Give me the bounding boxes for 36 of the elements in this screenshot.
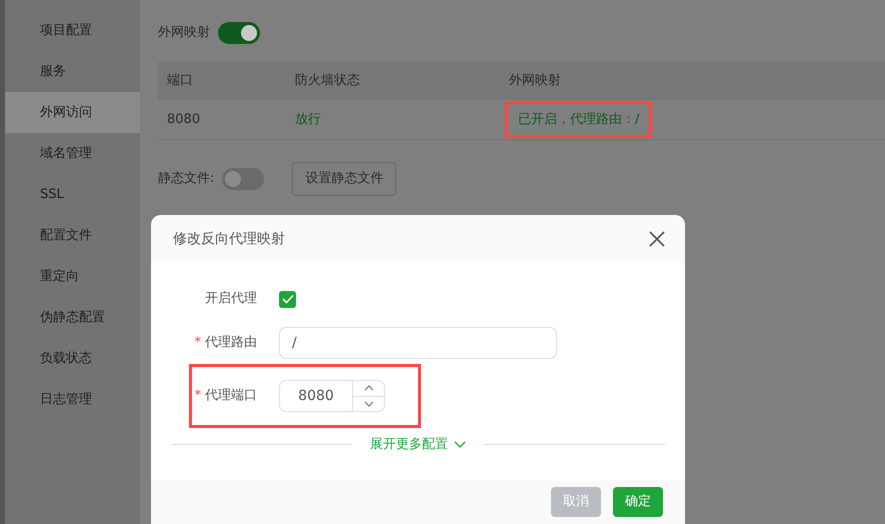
toggle-label: 静态文件: bbox=[158, 170, 214, 188]
dialog-title: 修改反向代理映射 bbox=[173, 230, 285, 248]
toggle-switch[interactable] bbox=[218, 22, 260, 44]
column-header: 外网映射 bbox=[508, 72, 562, 90]
sidebar-item[interactable]: SSL bbox=[5, 174, 140, 215]
sidebar-item[interactable]: 配置文件 bbox=[5, 215, 140, 256]
checkbox[interactable] bbox=[279, 290, 296, 308]
cancel-button[interactable]: 取消 bbox=[551, 487, 601, 517]
field-label: 开启代理 bbox=[205, 290, 257, 308]
sidebar-item[interactable]: 伪静态配置 bbox=[5, 297, 140, 338]
column-header: 端口 bbox=[166, 72, 194, 90]
toggle-label: 外网映射 bbox=[158, 24, 210, 42]
sidebar-item[interactable]: 项目配置 bbox=[5, 10, 140, 51]
table-cell: 8080 bbox=[167, 112, 200, 127]
set-static-files-button[interactable]: 设置静态文件 bbox=[292, 162, 396, 196]
column-header: 防火墙状态 bbox=[294, 72, 361, 90]
required-asterisk: * bbox=[194, 387, 201, 406]
table-cell: 已开启，代理路由：/ bbox=[508, 104, 650, 135]
check-icon bbox=[282, 294, 294, 304]
field-label: 代理端口 bbox=[205, 387, 257, 406]
required-asterisk: * bbox=[194, 334, 201, 352]
toggle-switch[interactable] bbox=[222, 168, 264, 190]
sidebar-item[interactable]: 外网访问 bbox=[5, 92, 140, 133]
sidebar-item[interactable]: 负载状态 bbox=[5, 338, 140, 379]
sidebar-item[interactable]: 域名管理 bbox=[5, 133, 140, 174]
confirm-button[interactable]: 确定 bbox=[613, 487, 663, 517]
table-cell: 放行 bbox=[295, 112, 321, 127]
sidebar-item[interactable]: 服务 bbox=[5, 51, 140, 92]
input-field[interactable]: / bbox=[279, 327, 557, 359]
chevron-down-icon bbox=[454, 441, 466, 448]
expand-more-link[interactable]: 展开更多配置 bbox=[370, 435, 466, 454]
number-input[interactable]: 8080 bbox=[279, 380, 385, 412]
field-label: 代理路由 bbox=[205, 334, 257, 352]
close-icon[interactable] bbox=[649, 231, 665, 247]
sidebar-item[interactable]: 重定向 bbox=[5, 256, 140, 297]
sidebar-item[interactable]: 日志管理 bbox=[5, 379, 140, 420]
